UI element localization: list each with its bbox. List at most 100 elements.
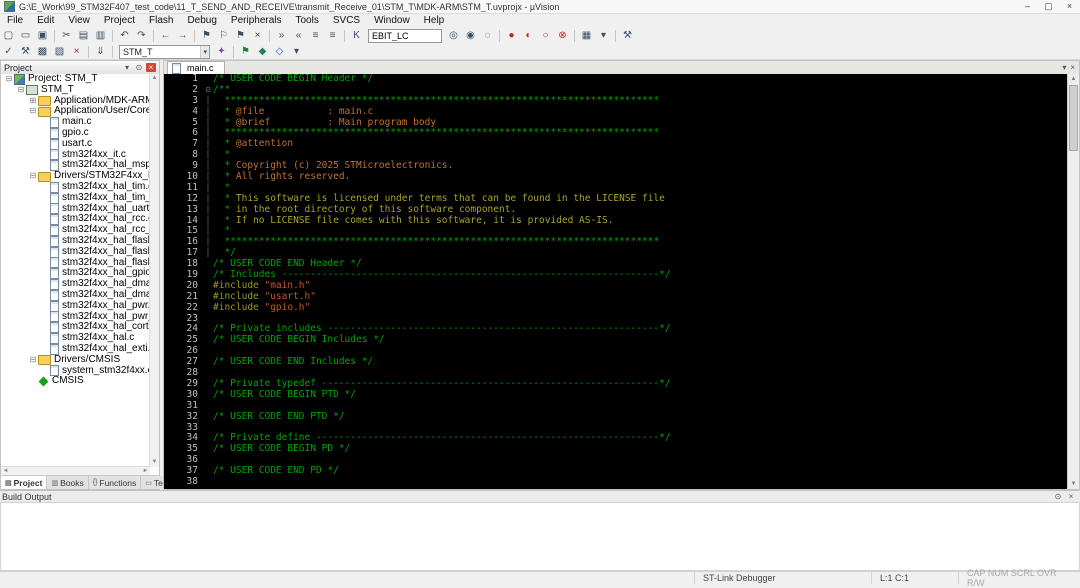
- build-icon[interactable]: ⚒: [17, 45, 34, 59]
- menu-item-debug[interactable]: Debug: [180, 14, 223, 27]
- window-layout-icon[interactable]: ▦: [578, 29, 595, 43]
- tab-main-c[interactable]: main.c: [167, 61, 225, 74]
- tree-item-label: stm32f4xx_hal_flash_ex.c: [62, 245, 150, 257]
- menu-item-view[interactable]: View: [61, 14, 97, 27]
- batch-build-icon[interactable]: ▨: [51, 45, 68, 59]
- tree-expander-icon[interactable]: ⊟: [28, 171, 38, 182]
- project-tree-vscrollbar[interactable]: ▲ ▼: [149, 74, 159, 467]
- code-segment: #include: [213, 290, 265, 302]
- k-flag-icon[interactable]: K: [348, 29, 365, 43]
- uncomment-selection-icon[interactable]: ≡: [324, 29, 341, 43]
- tree-expander-icon[interactable]: ⊟: [4, 74, 14, 85]
- cut-icon[interactable]: ✂: [58, 29, 75, 43]
- bookmark-toggle-icon[interactable]: ⚑: [198, 29, 215, 43]
- code-editor[interactable]: 1/* USER CODE BEGIN Header */2 ⊟/** 3 │ ***…: [164, 74, 1068, 489]
- scroll-up-icon[interactable]: ▲: [1068, 74, 1079, 84]
- build-output-pin-icon[interactable]: ⊙: [1053, 492, 1063, 501]
- find-icon[interactable]: ◉: [462, 29, 479, 43]
- menu-item-svcs[interactable]: SVCS: [326, 14, 367, 27]
- menu-item-edit[interactable]: Edit: [30, 14, 61, 27]
- comment-selection-icon[interactable]: ≡: [307, 29, 324, 43]
- build-output-close-icon[interactable]: ×: [1066, 492, 1076, 501]
- menu-item-file[interactable]: File: [0, 14, 30, 27]
- scrollbar-thumb[interactable]: [1069, 85, 1078, 151]
- panel-menu-icon[interactable]: ▾: [122, 63, 132, 72]
- tree-item[interactable]: stm32f4xx_hal_tim_ex.c: [1, 192, 150, 204]
- chevron-down-icon[interactable]: ▾: [200, 45, 209, 58]
- tree-item[interactable]: ⊟ STM_T: [1, 84, 150, 96]
- menu-item-tools[interactable]: Tools: [289, 14, 326, 27]
- tree-expander-icon[interactable]: ⊟: [16, 85, 26, 96]
- tab-list-dropdown-icon[interactable]: ▾: [1062, 63, 1066, 72]
- breakpoint-insert-icon[interactable]: ●: [503, 29, 520, 43]
- stop-build-icon[interactable]: ×: [68, 45, 85, 59]
- menu-item-project[interactable]: Project: [97, 14, 142, 27]
- tree-item[interactable]: ⊟ Project: STM_T: [1, 74, 150, 85]
- find-input[interactable]: [368, 28, 442, 43]
- tree-item[interactable]: stm32f4xx_hal_pwr.c: [1, 300, 150, 312]
- menu-item-help[interactable]: Help: [417, 14, 452, 27]
- paste-icon[interactable]: ▥: [92, 29, 109, 43]
- tree-expander-icon[interactable]: ⊟: [28, 106, 38, 117]
- maximize-button[interactable]: ▢: [1038, 0, 1059, 13]
- tree-item[interactable]: stm32f4xx_hal_flash_ex.c: [1, 245, 150, 258]
- panel-close-icon[interactable]: ×: [146, 63, 156, 72]
- editor-vscrollbar[interactable]: ▲ ▼: [1067, 74, 1079, 489]
- nav-forward-icon[interactable]: →: [174, 29, 191, 43]
- tree-expander-icon[interactable]: ⊟: [28, 355, 38, 366]
- tree-item[interactable]: CMSIS: [1, 376, 150, 387]
- menu-item-window[interactable]: Window: [367, 14, 417, 27]
- menu-item-flash[interactable]: Flash: [142, 14, 180, 27]
- bookmark-next-icon[interactable]: ⚑: [232, 29, 249, 43]
- breakpoint-kill-all-icon[interactable]: ⊗: [554, 29, 571, 43]
- find-in-files-icon[interactable]: ◎: [445, 29, 462, 43]
- tree-item[interactable]: ⊟ Drivers/CMSIS: [1, 354, 150, 366]
- target-select[interactable]: STM_T ▾: [119, 44, 210, 59]
- scroll-down-icon[interactable]: ▼: [150, 458, 159, 467]
- download-icon[interactable]: ⇓: [92, 45, 109, 59]
- file-extensions-icon[interactable]: ⚑: [237, 45, 254, 59]
- outdent-icon[interactable]: «: [290, 29, 307, 43]
- panel-tab-functions[interactable]: {} Functions: [88, 476, 142, 489]
- tree-item[interactable]: usart.c: [1, 138, 150, 150]
- menu-item-peripherals[interactable]: Peripherals: [224, 14, 289, 27]
- scroll-down-icon[interactable]: ▼: [1068, 479, 1079, 489]
- incremental-find-icon[interactable]: ◌: [479, 29, 496, 43]
- redo-icon[interactable]: ↷: [133, 29, 150, 43]
- pack-installer-icon[interactable]: ◇: [271, 45, 288, 59]
- copy-icon[interactable]: ▤: [75, 29, 92, 43]
- select-dropdown-icon[interactable]: ▾: [288, 45, 305, 59]
- code-segment: #include: [213, 301, 265, 313]
- bookmark-prev-icon[interactable]: ⚐: [215, 29, 232, 43]
- new-file-icon[interactable]: ▢: [0, 29, 17, 43]
- nav-back-icon[interactable]: ←: [157, 29, 174, 43]
- breakpoint-disable-icon[interactable]: ○: [537, 29, 554, 43]
- build-output-content[interactable]: [0, 502, 1080, 571]
- translate-icon[interactable]: ✓: [0, 45, 17, 59]
- manage-runtime-icon[interactable]: ◆: [254, 45, 271, 59]
- close-button[interactable]: ×: [1059, 0, 1080, 13]
- tree-expander-icon[interactable]: ⊞: [28, 96, 38, 107]
- code-segment: in the root directory of this software c…: [235, 203, 517, 215]
- code-text: /* USER CODE END PD */: [213, 465, 1068, 477]
- options-for-target-icon[interactable]: ✦: [213, 45, 230, 59]
- indent-icon[interactable]: »: [273, 29, 290, 43]
- layout-dropdown-icon[interactable]: ▾: [595, 29, 612, 43]
- save-icon[interactable]: ▣: [34, 29, 51, 43]
- configure-wrench-icon[interactable]: ⚒: [619, 29, 636, 43]
- open-file-icon[interactable]: ▭: [17, 29, 34, 43]
- rebuild-icon[interactable]: ▩: [34, 45, 51, 59]
- fold-marker-icon[interactable]: ⊟: [203, 85, 213, 96]
- file-icon: [50, 235, 59, 247]
- code-segment: *: [213, 160, 236, 172]
- minimize-button[interactable]: –: [1017, 0, 1038, 13]
- panel-tab-project[interactable]: ▤ Project: [1, 476, 48, 489]
- bookmark-clear-icon[interactable]: ×: [249, 29, 266, 43]
- breakpoint-enable-icon[interactable]: ◐: [520, 29, 537, 43]
- panel-tab-books[interactable]: ▥ Books: [47, 476, 89, 489]
- scroll-up-icon[interactable]: ▲: [150, 74, 159, 83]
- tab-close-icon[interactable]: ×: [1070, 63, 1075, 72]
- undo-icon[interactable]: ↶: [116, 29, 133, 43]
- project-tree: ⊟ Project: STM_T ⊟ STM_T ⊞ Application/MDK-AR…: [1, 74, 150, 467]
- panel-pin-icon[interactable]: ⊙: [134, 63, 144, 72]
